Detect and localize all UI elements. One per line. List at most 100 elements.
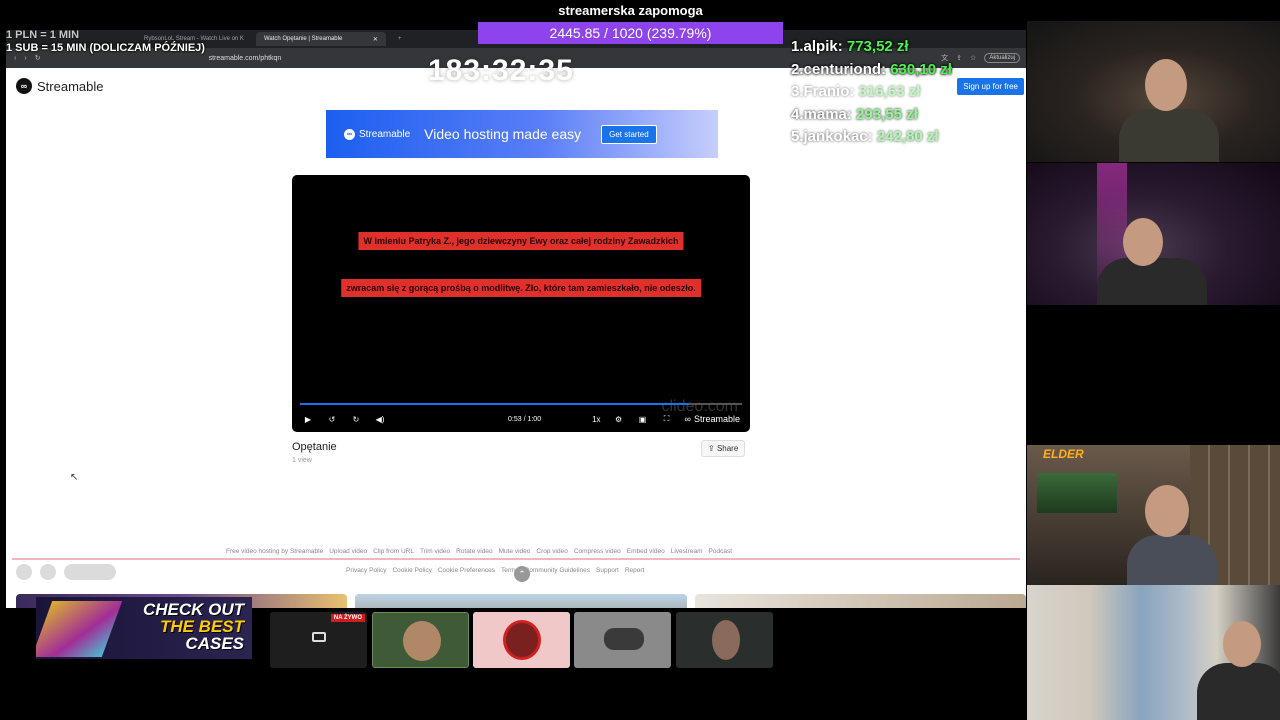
close-icon[interactable]: ✕ xyxy=(373,36,378,43)
footer-link[interactable]: Free video hosting by Streamable xyxy=(226,548,323,555)
subtitle-line: zwracam się z gorącą prośbą o modlitwę. … xyxy=(341,279,701,297)
logo-text: Streamable xyxy=(37,78,104,94)
case-promo-banner[interactable]: CHECK OUT THE BEST CASES xyxy=(36,597,252,659)
stream-tile[interactable] xyxy=(372,612,469,668)
settings-icon[interactable]: ⚙ xyxy=(613,415,625,424)
donor-amount: 316,63 zł xyxy=(858,83,921,100)
player-brand[interactable]: ∞ Streamable xyxy=(685,414,740,424)
donor-rank: 1. xyxy=(791,38,804,55)
knife-graphic xyxy=(36,601,123,657)
footer-link[interactable]: Privacy Policy xyxy=(346,567,386,574)
leaderboard-row: 3.Franio: 316,63 zł xyxy=(791,81,952,104)
live-badge: NA ŻYWO xyxy=(330,614,365,622)
face xyxy=(1145,485,1189,537)
goal-progress-bar: 2445.85 / 1020 (239.79%) xyxy=(478,22,783,44)
video-player[interactable]: W imieniu Patryka Z., jego dziewczyny Ew… xyxy=(292,175,750,432)
streamable-page: ∞ Streamable Sign up for free ∞ Streamab… xyxy=(6,68,1026,608)
banner-logo: ∞ Streamable xyxy=(344,128,411,140)
promo-line: CASES xyxy=(185,634,244,653)
footer-link[interactable]: Cookie Policy xyxy=(392,567,431,574)
rewind-icon[interactable]: ↺ xyxy=(326,415,338,424)
footer-link[interactable]: Trim video xyxy=(420,548,450,555)
promo-line: THE BEST xyxy=(159,617,244,636)
player-controls: ▶ ↺ ↻ ◀) 0:53 / 1:00 1x ⚙ ▣ ⛶ ∞ Streamabl… xyxy=(292,406,750,432)
share-button[interactable]: ⇪ Share xyxy=(701,440,746,457)
time-pill xyxy=(64,564,116,580)
streamable-logo[interactable]: ∞ Streamable xyxy=(16,78,103,94)
donor-rank: 3. xyxy=(791,83,804,100)
footer-legal-links: Privacy Policy Cookie Policy Cookie Pref… xyxy=(346,567,644,574)
stream-tile[interactable] xyxy=(574,612,671,668)
person xyxy=(1197,663,1280,720)
back-icon[interactable]: ‹ xyxy=(14,55,16,62)
footer-link[interactable]: Report xyxy=(625,567,645,574)
car-icon xyxy=(604,628,644,650)
donor-amount: 242,80 zł xyxy=(876,128,939,145)
overlay-progress-line xyxy=(12,558,1020,560)
share-icon[interactable]: ⇪ xyxy=(956,54,962,62)
leaderboard-row: 2.centuriond: 630,10 zł xyxy=(791,59,952,82)
donor-amount: 630,10 zł xyxy=(890,60,952,78)
avatar xyxy=(403,621,441,661)
url-field[interactable]: streamable.com/phtkqn xyxy=(209,55,282,62)
video-time: 0:53 / 1:00 xyxy=(508,415,542,423)
footer-link[interactable]: Clip from URL xyxy=(373,548,414,555)
volume-icon[interactable]: ◀) xyxy=(374,415,386,424)
fullscreen-icon[interactable]: ⛶ xyxy=(661,414,673,424)
footer-link[interactable]: Podcast xyxy=(709,548,733,555)
forward-icon[interactable]: › xyxy=(24,55,26,62)
update-button[interactable]: Aktualizuj xyxy=(984,53,1020,63)
tab-streamable[interactable]: Watch Opętanie | Streamable ✕ xyxy=(255,32,386,46)
reload-icon[interactable]: ↻ xyxy=(35,54,41,62)
donor-amount: 293,55 zł xyxy=(856,105,918,123)
goal-title: streamerska zapomoga xyxy=(558,3,703,18)
mouse-cursor-icon: ↖ xyxy=(70,472,79,483)
person xyxy=(1097,258,1207,305)
footer-link[interactable]: Community Guidelines xyxy=(525,567,590,574)
donor-amount: 773,52 zł xyxy=(846,38,909,55)
aquarium xyxy=(1037,473,1117,513)
volume-icon[interactable] xyxy=(40,564,56,580)
footer-link[interactable]: Support xyxy=(596,567,619,574)
donor-name: mama: xyxy=(803,105,852,123)
ad-banner[interactable]: ∞ Streamable Video hosting made easy Get… xyxy=(326,110,718,158)
stream-screen: RybsonLoL Stream - Watch Live on K Watch… xyxy=(0,0,1280,720)
footer-link[interactable]: Embed video xyxy=(627,548,665,555)
footer-link[interactable]: Cookie Preferences xyxy=(438,567,495,574)
footer-link[interactable]: Rotate video xyxy=(456,548,493,555)
streamable-logo-icon: ∞ xyxy=(344,128,355,140)
star-icon[interactable]: ☆ xyxy=(970,54,976,62)
footer-link[interactable]: Mute video xyxy=(499,548,531,555)
banner-logo-text: Streamable xyxy=(359,128,411,140)
footer-link[interactable]: Upload video xyxy=(329,548,367,555)
stream-tile[interactable] xyxy=(473,612,570,668)
play-icon[interactable]: ▶ xyxy=(302,415,314,424)
scroll-up-icon[interactable]: ⌃ xyxy=(514,566,530,582)
footer-link[interactable]: Compress video xyxy=(574,548,621,555)
play-icon[interactable] xyxy=(16,564,32,580)
banner-headline: Video hosting made easy xyxy=(424,126,582,142)
donor-rank: 5. xyxy=(791,128,804,145)
signup-button[interactable]: Sign up for free xyxy=(957,78,1024,95)
speed-button[interactable]: 1x xyxy=(592,415,600,424)
avatar xyxy=(712,620,740,660)
webcam-feed xyxy=(1027,21,1280,162)
footer-link[interactable]: Crop video xyxy=(536,548,567,555)
subtitle-line: W imieniu Patryka Z., jego dziewczyny Ew… xyxy=(358,232,684,250)
get-started-button[interactable]: Get started xyxy=(601,124,657,144)
promo-line: CHECK OUT xyxy=(142,600,244,619)
footer-link[interactable]: Livestream xyxy=(671,548,703,555)
tab-label: Watch Opętanie | Streamable xyxy=(263,36,343,42)
pip-icon[interactable]: ▣ xyxy=(637,415,649,424)
thumbnail[interactable] xyxy=(355,594,687,608)
forward-icon[interactable]: ↻ xyxy=(350,415,362,424)
thumbnail[interactable] xyxy=(694,594,1026,608)
stream-tile[interactable] xyxy=(676,612,773,668)
webcam-feed: ELDER xyxy=(1027,445,1280,585)
new-tab-button[interactable]: + xyxy=(390,32,410,46)
face xyxy=(1145,59,1187,111)
video-progress-bar[interactable] xyxy=(300,403,742,405)
share-label: Share xyxy=(716,444,739,453)
stream-tile[interactable]: NA ŻYWO xyxy=(270,612,367,668)
webcam-feed xyxy=(1027,163,1280,305)
